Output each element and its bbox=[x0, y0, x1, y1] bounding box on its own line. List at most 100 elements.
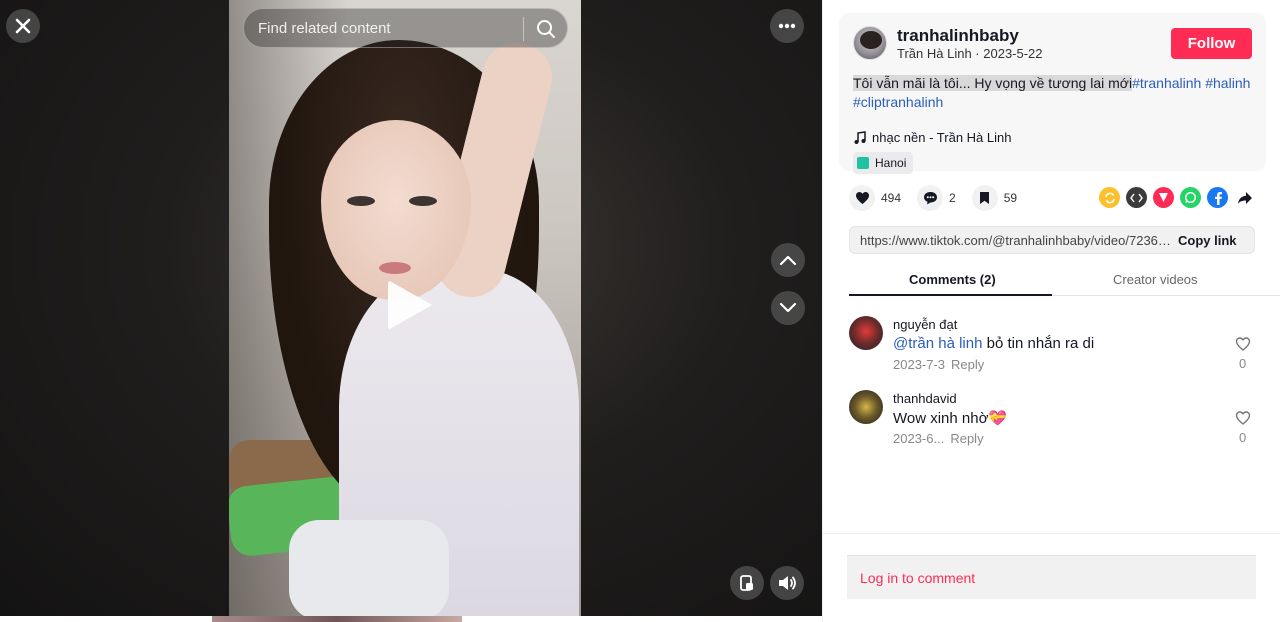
comment-count: 2 bbox=[949, 191, 956, 205]
music-link[interactable]: nhạc nền - Trần Hà Linh bbox=[853, 130, 1011, 145]
info-pane: tranhalinhbaby Trần Hà Linh · 2023-5-22 … bbox=[822, 0, 1280, 622]
author-card: tranhalinhbaby Trần Hà Linh · 2023-5-22 … bbox=[839, 13, 1266, 174]
comment-body: Wow xinh nhờ💝 bbox=[893, 410, 1008, 427]
play-icon[interactable] bbox=[388, 280, 432, 330]
location-label: Hanoi bbox=[875, 156, 907, 170]
send-icon[interactable] bbox=[1153, 187, 1174, 208]
comment-meta: 2023-6... Reply bbox=[893, 431, 984, 446]
like-stat[interactable]: 494 bbox=[849, 185, 901, 211]
search-bar[interactable]: Find related content bbox=[243, 8, 568, 48]
avatar-image bbox=[860, 31, 882, 49]
share-icons bbox=[1099, 187, 1255, 208]
avatar[interactable] bbox=[849, 390, 883, 424]
engagement-stats: 494 2 59 bbox=[849, 184, 1033, 212]
comment-tabs: Comments (2) Creator videos bbox=[849, 266, 1280, 296]
share-link-box: https://www.tiktok.com/@tranhalinhbaby/v… bbox=[849, 226, 1255, 254]
repost-glyph-icon bbox=[1104, 192, 1115, 203]
caption-text: Tôi vẫn mãi là tôi... Hy vọng về tương l… bbox=[853, 75, 1133, 91]
author-display-name: Trần Hà Linh bbox=[897, 46, 972, 61]
save-button[interactable] bbox=[971, 185, 998, 211]
comment-icon bbox=[923, 192, 937, 205]
mini-player-icon bbox=[740, 575, 753, 591]
active-tab-indicator bbox=[849, 294, 1052, 296]
comment-username[interactable]: nguyễn đạt bbox=[893, 317, 957, 332]
location-pin-icon bbox=[857, 157, 869, 169]
comment-date: 2023-6... bbox=[893, 431, 945, 446]
avatar[interactable] bbox=[853, 26, 887, 60]
video-thumbnail-strip bbox=[0, 616, 822, 622]
divider bbox=[822, 533, 1280, 534]
chevron-up-icon bbox=[779, 255, 797, 266]
video-subject-eye bbox=[409, 196, 437, 206]
close-button[interactable] bbox=[6, 9, 40, 43]
avatar[interactable] bbox=[849, 316, 883, 350]
hashtag-link[interactable]: #halinh bbox=[1205, 75, 1250, 91]
facebook-icon[interactable] bbox=[1207, 187, 1228, 208]
video-caption: Tôi vẫn mãi là tôi... Hy vọng về tương l… bbox=[853, 74, 1253, 112]
heart-icon bbox=[855, 192, 869, 204]
comment-text: @trần hà linh bỏ tin nhắn ra di bbox=[893, 335, 1094, 352]
heart-outline-icon[interactable] bbox=[1235, 336, 1251, 352]
more-icon bbox=[778, 23, 796, 29]
search-divider bbox=[523, 17, 524, 41]
embed-icon[interactable] bbox=[1126, 187, 1147, 208]
comment-item: thanhdavid Wow xinh nhờ💝 2023-6... Reply … bbox=[849, 388, 1259, 452]
hashtag-link[interactable]: #cliptranhalinh bbox=[853, 94, 943, 110]
music-label: nhạc nền - Trần Hà Linh bbox=[872, 130, 1012, 145]
volume-icon bbox=[779, 576, 796, 590]
login-to-comment-bar[interactable]: Log in to comment bbox=[847, 555, 1256, 599]
hashtag-link[interactable]: #tranhalinh bbox=[1132, 75, 1201, 91]
more-options-button[interactable] bbox=[770, 9, 804, 43]
comment-meta: 2023-7-3 Reply bbox=[893, 357, 984, 372]
volume-button[interactable] bbox=[770, 566, 804, 600]
repost-icon[interactable] bbox=[1099, 187, 1120, 208]
save-count: 59 bbox=[1003, 191, 1018, 205]
video-pane: Find related content bbox=[0, 0, 822, 616]
previous-video-button[interactable] bbox=[771, 243, 805, 277]
share-url[interactable]: https://www.tiktok.com/@tranhalinhbaby/v… bbox=[860, 233, 1174, 248]
heart-outline-icon[interactable] bbox=[1235, 410, 1251, 426]
comment-like-count: 0 bbox=[1239, 430, 1247, 445]
mini-player-button[interactable] bbox=[730, 566, 764, 600]
comment-item: nguyễn đạt @trần hà linh bỏ tin nhắn ra … bbox=[849, 314, 1259, 378]
bookmark-icon bbox=[980, 192, 990, 204]
author-username[interactable]: tranhalinhbaby bbox=[897, 26, 1019, 46]
share-arrow-icon[interactable] bbox=[1234, 187, 1255, 208]
like-count: 494 bbox=[881, 191, 902, 205]
facebook-glyph-icon bbox=[1214, 191, 1222, 205]
comment-text: Wow xinh nhờ💝 bbox=[893, 409, 1007, 427]
like-button[interactable] bbox=[849, 185, 875, 211]
comment-username[interactable]: thanhdavid bbox=[893, 391, 957, 406]
video-subject-eye bbox=[347, 196, 375, 206]
post-date: 2023-5-22 bbox=[983, 46, 1043, 61]
location-tag[interactable]: Hanoi bbox=[853, 152, 914, 174]
tab-comments[interactable]: Comments (2) bbox=[909, 272, 996, 287]
video-blanket-white bbox=[289, 520, 449, 616]
whatsapp-icon[interactable] bbox=[1180, 187, 1201, 208]
tab-creator-videos[interactable]: Creator videos bbox=[1113, 272, 1198, 287]
share-arrow-glyph-icon bbox=[1237, 191, 1252, 204]
comment-like-count: 0 bbox=[1239, 356, 1247, 371]
code-glyph-icon bbox=[1130, 193, 1143, 202]
send-glyph-icon bbox=[1159, 193, 1168, 202]
save-stat[interactable]: 59 bbox=[971, 185, 1018, 211]
search-input[interactable]: Find related content bbox=[258, 20, 391, 37]
video-subject-lips bbox=[379, 262, 411, 274]
copy-link-button[interactable]: Copy link bbox=[1178, 233, 1237, 248]
reply-button[interactable]: Reply bbox=[950, 431, 983, 446]
login-to-comment-link[interactable]: Log in to comment bbox=[860, 570, 975, 586]
comment-button[interactable] bbox=[917, 185, 944, 211]
comment-date: 2023-7-3 bbox=[893, 357, 946, 372]
chevron-down-icon bbox=[779, 302, 797, 313]
music-note-icon bbox=[854, 130, 866, 144]
next-video-thumbnail[interactable] bbox=[212, 616, 462, 622]
follow-button[interactable]: Follow bbox=[1171, 28, 1252, 59]
comment-mention[interactable]: @trần hà linh bbox=[893, 335, 982, 352]
close-icon bbox=[15, 18, 31, 34]
comment-stat[interactable]: 2 bbox=[917, 185, 956, 211]
comment-body: bỏ tin nhắn ra di bbox=[982, 335, 1095, 352]
reply-button[interactable]: Reply bbox=[951, 357, 984, 372]
tiktok-video-page: Find related content tranhalinhbaby Trần… bbox=[0, 0, 1280, 622]
next-video-button[interactable] bbox=[771, 291, 805, 325]
search-icon[interactable] bbox=[535, 18, 557, 40]
